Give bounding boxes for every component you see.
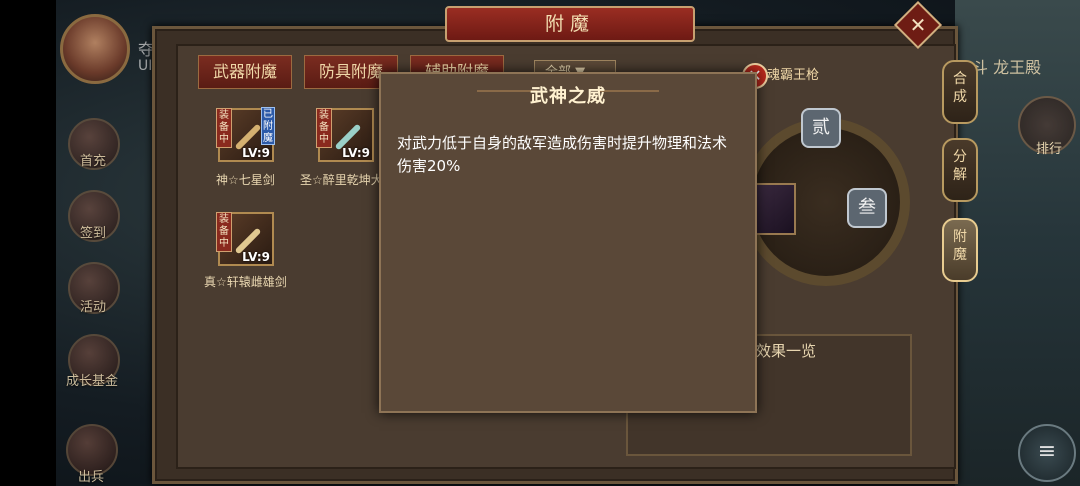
- equipped-tag: 装备中: [216, 108, 232, 148]
- skill-tooltip: 武神之威 对武力低于自身的敌军造成伤害时提升物理和法术伤害20%: [379, 72, 757, 413]
- left-menu-label-2: 签到: [80, 226, 107, 241]
- enchant-slot-3[interactable]: 叁: [847, 188, 887, 228]
- player-avatar[interactable]: [60, 14, 130, 84]
- selected-item-name: 魂霸王枪: [767, 68, 820, 83]
- tab-decompose[interactable]: 分 解: [942, 138, 978, 202]
- item-level: LV:9: [342, 146, 370, 160]
- tooltip-description: 对武力低于自身的敌军造成伤害时提升物理和法术伤害20%: [397, 134, 728, 175]
- equipped-tag: 装备中: [216, 212, 232, 252]
- selected-weapon-icon[interactable]: [752, 183, 796, 235]
- tooltip-title: 武神之威: [530, 86, 606, 107]
- left-menu-label-5: 出兵: [78, 470, 105, 485]
- item-name: 真☆轩辕雌雄剑: [204, 275, 287, 289]
- item-level: LV:9: [242, 250, 270, 264]
- tab-enchant[interactable]: 附 魔: [942, 218, 978, 282]
- left-menu-label-1: 首充: [80, 154, 107, 169]
- item-name: 圣☆醉里乾坤大: [300, 173, 383, 187]
- tab-decompose-label: 分 解: [953, 149, 967, 183]
- tab-enchant-label: 附 魔: [953, 229, 967, 263]
- left-menu-label-3: 活动: [80, 300, 107, 315]
- item-name: 神☆七星剑: [216, 173, 275, 187]
- window-title: 附魔: [445, 6, 695, 42]
- item-slot-3[interactable]: 装备中 LV:9: [216, 212, 274, 266]
- effects-panel-title: 效果一览: [756, 342, 817, 360]
- left-menu-label-4: 成长基金: [66, 374, 119, 389]
- item-slot-1[interactable]: 装备中 已附魔 LV:9: [216, 107, 275, 162]
- tab-synthesize[interactable]: 合 成: [942, 60, 978, 124]
- close-icon: ✕: [909, 13, 927, 37]
- left-black-bar: [0, 0, 56, 486]
- tab-weapon-enchant[interactable]: 武器附魔: [198, 55, 292, 89]
- ranking-label: 排行: [1036, 142, 1063, 157]
- equipped-tag: 装备中: [316, 108, 332, 148]
- item-level: LV:9: [242, 146, 270, 160]
- tab-synthesize-label: 合 成: [953, 71, 967, 105]
- enchanted-tag: 已附魔: [261, 107, 275, 145]
- location-name: 斗 龙王殿: [972, 58, 1042, 77]
- enchant-slot-2[interactable]: 贰: [801, 108, 841, 148]
- item-slot-2[interactable]: 装备中 LV:9: [316, 108, 374, 162]
- menu-icon[interactable]: ≡: [1018, 424, 1076, 482]
